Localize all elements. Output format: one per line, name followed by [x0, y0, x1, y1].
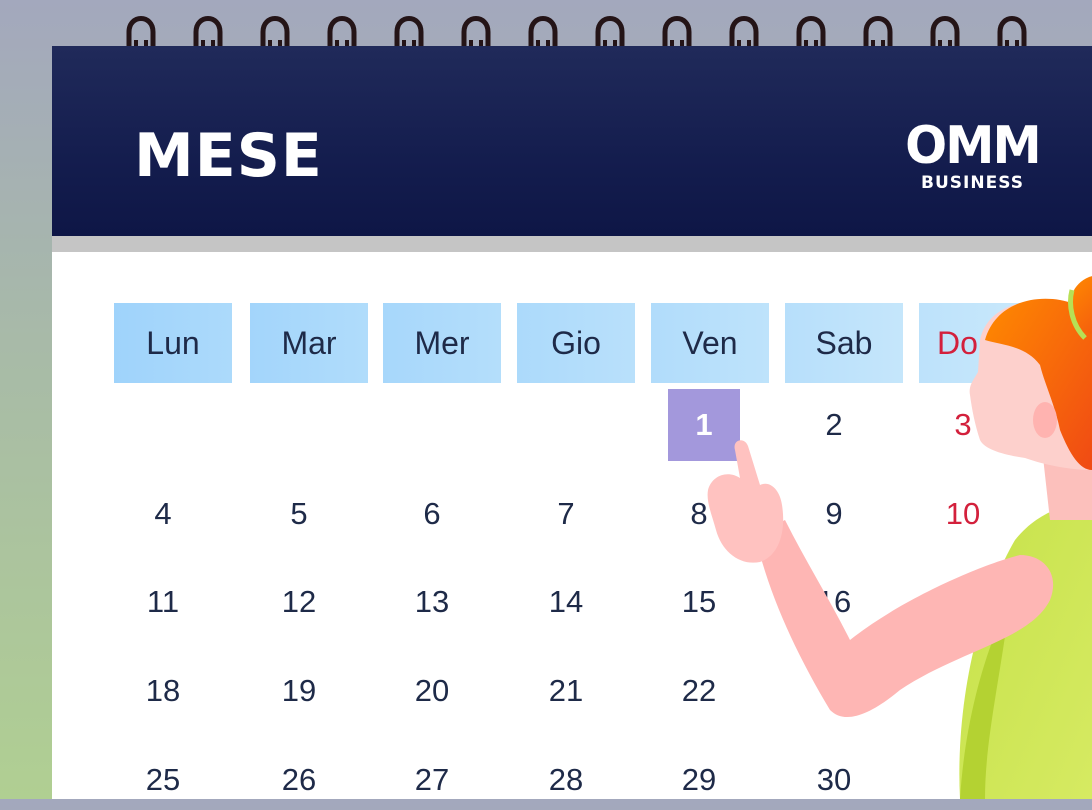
ear: [1033, 402, 1057, 438]
woman-pointing-illustration: [707, 276, 1092, 799]
hand: [707, 440, 784, 563]
